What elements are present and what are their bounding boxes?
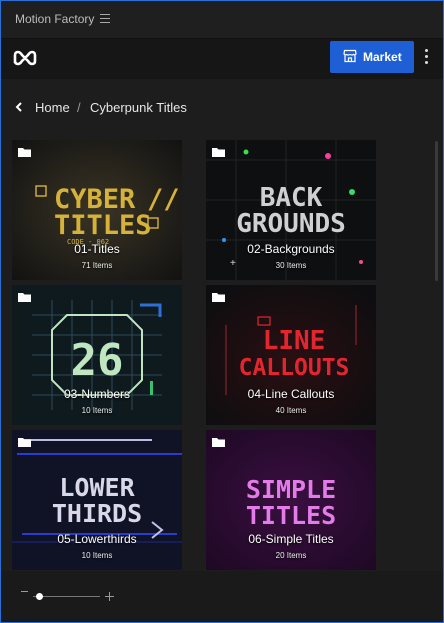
folder-icon xyxy=(212,438,225,447)
panel-menu-icon[interactable] xyxy=(100,14,110,23)
zoom-out-icon[interactable] xyxy=(21,591,28,592)
folder-item-count: 10 Items xyxy=(81,406,113,415)
thumbnail-text: GROUNDS xyxy=(236,209,346,239)
folder-item-count: 30 Items xyxy=(275,261,307,270)
panel-titlebar: Motion Factory xyxy=(1,1,443,39)
market-button-label: Market xyxy=(363,50,402,64)
market-button[interactable]: Market xyxy=(330,41,414,73)
thumbnail-text: CALLOUTS xyxy=(239,355,350,381)
folder-name: 05-Lowerthirds xyxy=(57,532,137,546)
folder-name: 06-Simple Titles xyxy=(248,532,334,546)
folder-item-count: 40 Items xyxy=(275,406,307,415)
footer-bar xyxy=(1,571,443,622)
breadcrumb-home[interactable]: Home xyxy=(35,100,70,115)
thumbnail-text: TITLES xyxy=(54,210,152,241)
folder-thumbnail: SIMPLE TITLES xyxy=(206,430,376,570)
folder-thumbnail: BACK GROUNDS + xyxy=(206,140,376,280)
motion-factory-panel: Motion Factory Market Home / Cyberpunk T… xyxy=(0,0,444,623)
folder-card-lowerthirds[interactable]: LOWER THIRDS 05-Lowerthirds 10 Items xyxy=(12,430,182,570)
folder-name: 03-Numbers xyxy=(63,387,131,401)
top-toolbar: Market xyxy=(1,39,443,79)
folder-icon xyxy=(212,293,225,302)
thumbnail-text: SIMPLE xyxy=(246,475,336,504)
chevron-left-icon[interactable] xyxy=(15,102,23,112)
svg-text://: // xyxy=(147,184,180,215)
thumbnail-text: 26 xyxy=(71,335,124,386)
thumbnail-text: THIRDS xyxy=(52,499,142,528)
zoom-in-icon[interactable] xyxy=(105,592,114,601)
folder-thumbnail: CYBER // TITLES CODE - 062 xyxy=(12,140,182,280)
thumbnail-text: TITLES xyxy=(246,501,336,530)
folder-card-backgrounds[interactable]: BACK GROUNDS + 02-Backgrounds 30 Items xyxy=(206,140,376,280)
store-icon xyxy=(343,49,357,63)
folder-item-count: 20 Items xyxy=(275,551,307,560)
folder-icon xyxy=(18,438,31,447)
vertical-scrollbar[interactable] xyxy=(435,141,438,281)
folder-icon xyxy=(18,148,31,157)
folder-card-line-callouts[interactable]: LINE CALLOUTS 04-Line Callouts 40 Items xyxy=(206,285,376,425)
folder-icon xyxy=(18,293,31,302)
breadcrumb-separator: / xyxy=(77,100,81,115)
folder-thumbnail: LOWER THIRDS xyxy=(12,430,182,570)
breadcrumb-current: Cyberpunk Titles xyxy=(90,100,187,115)
folder-card-simple-titles[interactable]: SIMPLE TITLES 06-Simple Titles 20 Items xyxy=(206,430,376,570)
thumbnail-text: LINE xyxy=(263,326,326,356)
zoom-slider-thumb[interactable] xyxy=(36,593,43,600)
zoom-slider-track[interactable] xyxy=(33,596,100,597)
folder-name: 01-Titles xyxy=(74,242,120,256)
more-options-icon[interactable] xyxy=(423,49,429,67)
motion-factory-logo-icon xyxy=(13,50,37,66)
panel-title: Motion Factory xyxy=(15,12,95,26)
folder-item-count: 10 Items xyxy=(81,551,113,560)
folder-thumbnail: 26 xyxy=(12,285,182,425)
thumbnail-text: LOWER xyxy=(59,473,135,502)
folder-card-numbers[interactable]: 26 03-Numbers 10 Items xyxy=(12,285,182,425)
folder-card-titles[interactable]: CYBER // TITLES CODE - 062 01-Titles 71 … xyxy=(12,140,182,280)
folder-item-count: 71 Items xyxy=(81,261,113,270)
folder-thumbnail: LINE CALLOUTS xyxy=(206,285,376,425)
folder-name: 02-Backgrounds xyxy=(247,242,335,256)
folder-icon xyxy=(212,148,225,157)
folder-name: 04-Line Callouts xyxy=(247,387,335,401)
